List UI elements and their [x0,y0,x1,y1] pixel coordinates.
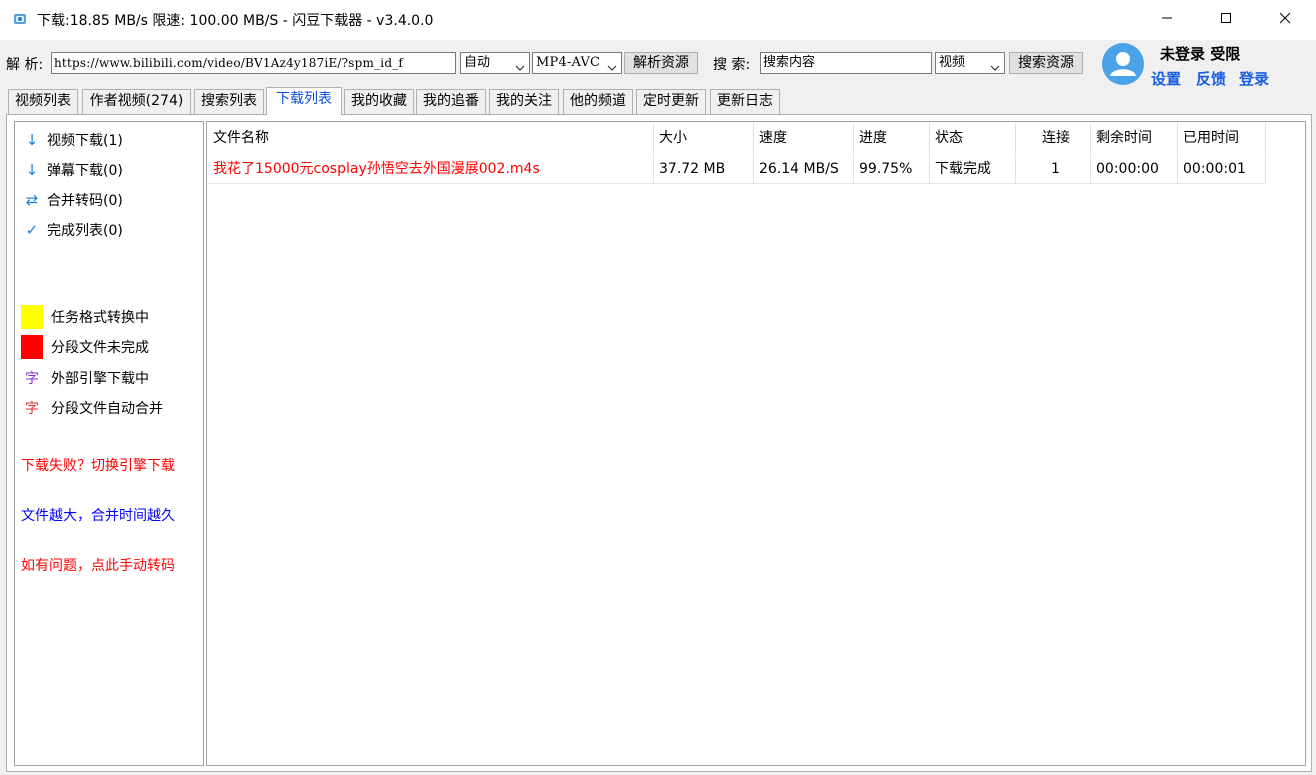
feedback-link[interactable]: 反馈 [1196,68,1226,89]
column-header-size[interactable]: 大小 [654,123,754,153]
tab-changelog[interactable]: 更新日志 [710,89,780,114]
note-merge-time: 文件越大，合并时间越久 [21,508,175,524]
checkmark-icon: ✓ [25,221,39,239]
format-select[interactable]: MP4-AVC [532,52,622,74]
cell-file-name: 我花了15000元cosplay孙悟空去外国漫展002.m4s [208,154,654,184]
window-title: 下载:18.85 MB/s 限速: 100.00 MB/S - 闪豆下载器 - … [37,13,434,29]
cell-remaining: 00:00:00 [1091,154,1178,184]
quality-select[interactable]: 自动 [460,52,530,74]
note-manual-transcode[interactable]: 如有问题，点此手动转码 [21,555,175,575]
minimize-button[interactable] [1144,0,1190,40]
tab-author-videos[interactable]: 作者视频(274) [82,89,191,114]
cell-elapsed: 00:00:01 [1178,154,1266,184]
title-bar: 下载:18.85 MB/s 限速: 100.00 MB/S - 闪豆下载器 - … [0,0,1316,40]
parse-button[interactable]: 解析资源 [624,52,698,74]
column-header-speed[interactable]: 速度 [754,123,854,153]
chevron-down-icon [607,59,617,71]
quality-select-value: 自动 [464,55,491,70]
column-header-name[interactable]: 文件名称 [208,123,654,153]
user-avatar-icon[interactable] [1101,42,1145,86]
tab-his-channel[interactable]: 他的频道 [563,89,633,114]
maximize-icon [1220,12,1232,28]
legend-auto-merge: 字 分段文件自动合并 [21,398,163,418]
sidebar-item-merge-transcode[interactable]: ⇄ 合并转码(0) [23,190,123,210]
app-logo-icon [12,11,28,27]
login-link[interactable]: 登录 [1239,68,1269,89]
cell-status: 下载完成 [930,154,1016,184]
legend-label: 任务格式转换中 [51,310,149,326]
cell-size: 37.72 MB [654,154,754,184]
column-header-connections[interactable]: 连接 [1016,123,1091,153]
legend-swatch-red [21,335,43,359]
arrow-down-icon: ↓ [25,131,39,149]
sidebar-item-label: 弹幕下载(0) [47,163,123,179]
tab-download-list[interactable]: 下载列表 [266,87,342,115]
sidebar-item-video-download[interactable]: ↓ 视频下载(1) [23,130,123,150]
tab-scheduled-update[interactable]: 定时更新 [636,89,706,114]
column-header-remaining[interactable]: 剩余时间 [1091,123,1178,153]
tab-search-list[interactable]: 搜索列表 [194,89,264,114]
close-button[interactable] [1262,0,1308,40]
minimize-icon [1161,12,1173,28]
arrow-down-icon: ↓ [25,161,39,179]
legend-label: 分段文件未完成 [51,340,149,356]
sidebar-item-completed-list[interactable]: ✓ 完成列表(0) [23,220,123,240]
search-type-select-value: 视频 [939,55,966,70]
column-header-status[interactable]: 状态 [930,123,1016,153]
legend-swatch-yellow [21,305,43,329]
cell-speed: 26.14 MB/S [754,154,854,184]
legend-label: 外部引擎下载中 [51,371,149,387]
legend-external-engine: 字 外部引擎下载中 [21,368,149,388]
parse-label: 解 析: [6,57,44,73]
tab-my-favorites[interactable]: 我的收藏 [344,89,414,114]
user-status: 未登录 受限 [1160,45,1241,63]
sidebar-item-label: 视频下载(1) [47,133,123,149]
column-header-progress[interactable]: 进度 [854,123,930,153]
search-button[interactable]: 搜索资源 [1009,52,1083,74]
left-sidebar: ↓ 视频下载(1) ↓ 弹幕下载(0) ⇄ 合并转码(0) ✓ 完成列表(0) … [14,121,204,766]
chevron-down-icon [515,59,525,71]
cell-progress: 99.75% [854,154,930,184]
url-input[interactable]: https://www.bilibili.com/video/BV1Az4y18… [51,52,456,74]
search-type-select[interactable]: 视频 [935,52,1005,74]
cell-connections: 1 [1016,154,1091,184]
legend-format-converting: 任务格式转换中 [21,305,149,329]
legend-segment-incomplete: 分段文件未完成 [21,335,149,359]
format-select-value: MP4-AVC [536,55,601,70]
sidebar-item-label: 合并转码(0) [47,193,123,209]
maximize-button[interactable] [1203,0,1249,40]
download-list-table: 文件名称 大小 速度 进度 状态 连接 剩余时间 已用时间 我花了15000元c… [206,121,1306,766]
sidebar-item-danmaku-download[interactable]: ↓ 弹幕下载(0) [23,160,123,180]
tab-video-list[interactable]: 视频列表 [8,89,78,114]
legend-glyph-purple: 字 [25,371,39,387]
settings-link[interactable]: 设置 [1151,68,1181,89]
tab-my-bangumi[interactable]: 我的追番 [416,89,486,114]
column-header-elapsed[interactable]: 已用时间 [1178,123,1266,153]
chevron-down-icon [990,59,1000,71]
search-input[interactable]: 搜索内容 [760,52,932,74]
legend-glyph-red: 字 [25,401,39,417]
search-label: 搜 索: [713,57,751,73]
tab-my-following[interactable]: 我的关注 [489,89,559,114]
sidebar-item-label: 完成列表(0) [47,223,123,239]
swap-arrows-icon: ⇄ [25,191,39,209]
close-icon [1279,12,1291,28]
note-switch-engine[interactable]: 下载失败？切换引擎下载 [21,455,175,475]
legend-label: 分段文件自动合并 [51,401,163,417]
